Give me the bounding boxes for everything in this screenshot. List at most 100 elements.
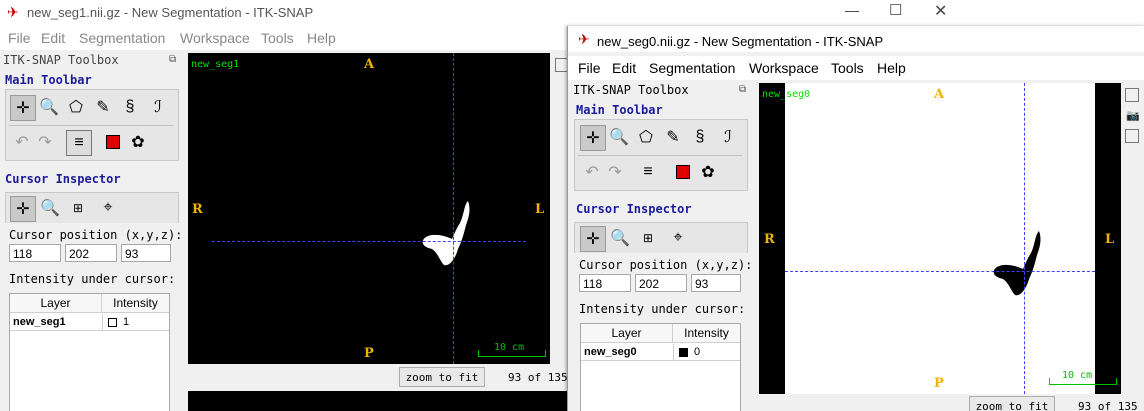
crosshair-mode-icon[interactable]: ✛: [10, 196, 36, 222]
cursor-z-field[interactable]: 93: [691, 274, 741, 292]
crosshair-tool-icon[interactable]: ✛: [580, 125, 606, 151]
layers-icon[interactable]: ≡: [66, 130, 92, 156]
slice-counter: 93 of 135: [508, 371, 568, 384]
grid-mode-icon[interactable]: ⊞: [66, 196, 90, 220]
expand-icon[interactable]: [1125, 129, 1139, 143]
cursor-x-field[interactable]: 118: [579, 274, 631, 292]
minimize-icon[interactable]: —: [845, 2, 859, 18]
palette-icon[interactable]: ✿: [126, 130, 150, 154]
window-new-seg0: ✈ new_seg0.nii.gz - New Segmentation - I…: [567, 26, 1144, 411]
cursor-position-label: Cursor position (x,y,z):: [9, 228, 183, 242]
menu-edit[interactable]: Edit: [612, 60, 636, 76]
title-bar[interactable]: ✈ new_seg1.nii.gz - New Segmentation - I…: [0, 0, 964, 26]
menu-bar: File Edit Segmentation Workspace Tools H…: [568, 56, 1144, 80]
main-toolbar: ✛ 🔍 ⬠ ✎ § ℐ ↶ ↷ ≡ ✿: [5, 89, 179, 161]
menu-edit[interactable]: Edit: [41, 30, 65, 46]
menu-segmentation[interactable]: Segmentation: [649, 60, 735, 76]
paintbrush-tool-icon[interactable]: ✎: [91, 95, 115, 119]
zoom-mode-icon[interactable]: 🔍: [38, 196, 62, 220]
menu-help[interactable]: Help: [307, 30, 336, 46]
snake-tool-icon[interactable]: §: [688, 125, 712, 149]
intensity-label: Intensity under cursor:: [9, 272, 176, 286]
camera-icon[interactable]: 📷: [1126, 109, 1140, 122]
divider: [578, 155, 742, 156]
layer-header[interactable]: Layer: [10, 294, 102, 313]
main-toolbar-title: Main Toolbar: [576, 103, 663, 117]
table-row[interactable]: new_seg0 0: [581, 344, 740, 361]
layer-name: new_seg0: [584, 346, 637, 358]
cursor-inspector-title: Cursor Inspector: [5, 172, 121, 186]
menu-segmentation[interactable]: Segmentation: [79, 30, 165, 46]
menu-file[interactable]: File: [8, 30, 31, 46]
table-row[interactable]: new_seg1 1: [10, 314, 169, 331]
scale-bar: [478, 350, 546, 357]
undock-icon[interactable]: ⧉: [739, 84, 746, 95]
menu-workspace[interactable]: Workspace: [180, 30, 250, 46]
annotation-tool-icon[interactable]: ℐ: [146, 95, 170, 119]
undock-icon[interactable]: ⧉: [169, 54, 176, 65]
label-color-icon[interactable]: [101, 130, 125, 154]
layer-intensity: 0: [694, 346, 701, 358]
color-swatch: [679, 348, 688, 357]
cursor-position-label: Cursor position (x,y,z):: [579, 258, 753, 272]
intensity-header[interactable]: Intensity: [673, 324, 740, 343]
grid-mode-icon[interactable]: ⊞: [636, 226, 660, 250]
redo-icon[interactable]: ↷: [603, 160, 627, 184]
label-color-icon[interactable]: [671, 160, 695, 184]
crosshair-tool-icon[interactable]: ✛: [10, 95, 36, 121]
layers-icon[interactable]: ≡: [636, 160, 660, 184]
intensity-table: Layer Intensity new_seg1 1: [9, 293, 170, 411]
polygon-tool-icon[interactable]: ⬠: [64, 95, 88, 119]
zoom-tool-icon[interactable]: 🔍: [607, 125, 631, 149]
menu-help[interactable]: Help: [877, 60, 906, 76]
zoom-mode-icon[interactable]: 🔍: [608, 226, 632, 250]
snake-tool-icon[interactable]: §: [118, 95, 142, 119]
menu-tools[interactable]: Tools: [261, 30, 294, 46]
lower-slice-view[interactable]: [188, 391, 568, 411]
cursor-z-field[interactable]: 93: [121, 244, 171, 262]
cursor-x-field[interactable]: 118: [9, 244, 61, 262]
menu-tools[interactable]: Tools: [831, 60, 864, 76]
layer-name: new_seg1: [13, 316, 66, 328]
locator-mode-icon[interactable]: ⌖: [666, 226, 690, 250]
slice-view[interactable]: new_seg0 A P R L 10 cm: [759, 83, 1121, 394]
polygon-tool-icon[interactable]: ⬠: [634, 125, 658, 149]
locator-mode-icon[interactable]: ⌖: [96, 196, 120, 220]
color-swatch: [108, 318, 117, 327]
layer-header[interactable]: Layer: [581, 324, 673, 343]
divider: [9, 125, 173, 126]
maximize-icon[interactable]: ☐: [889, 1, 902, 19]
palette-icon[interactable]: ✿: [696, 160, 720, 184]
cursor-y-field[interactable]: 202: [635, 274, 687, 292]
menu-file[interactable]: File: [578, 60, 601, 76]
layout-icon[interactable]: [1125, 88, 1139, 102]
title-bar[interactable]: ✈ new_seg0.nii.gz - New Segmentation - I…: [568, 26, 1144, 52]
cursor-y-field[interactable]: 202: [65, 244, 117, 262]
slice-counter: 93 of 135: [1078, 400, 1138, 411]
zoom-tool-icon[interactable]: 🔍: [37, 95, 61, 119]
crosshair-horizontal: [212, 241, 526, 242]
slice-view[interactable]: new_seg1 A P R L 10 cm: [188, 53, 550, 364]
redo-icon[interactable]: ↷: [33, 130, 57, 154]
undo-icon[interactable]: ↶: [580, 160, 604, 184]
undo-icon[interactable]: ↶: [10, 130, 34, 154]
cursor-inspector-title: Cursor Inspector: [576, 202, 692, 216]
menu-workspace[interactable]: Workspace: [749, 60, 819, 76]
zoom-to-fit-button[interactable]: zoom to fit: [969, 396, 1055, 411]
crosshair-vertical: [453, 53, 454, 364]
close-icon[interactable]: ✕: [934, 1, 947, 21]
annotation-tool-icon[interactable]: ℐ: [716, 125, 740, 149]
crosshair-mode-icon[interactable]: ✛: [580, 226, 606, 252]
intensity-table: Layer Intensity new_seg0 0: [580, 323, 741, 411]
intensity-header[interactable]: Intensity: [102, 294, 169, 313]
main-toolbar: ✛ 🔍 ⬠ ✎ § ℐ ↶ ↷ ≡ ✿: [574, 119, 748, 191]
zoom-to-fit-button[interactable]: zoom to fit: [399, 367, 485, 387]
inspector-tools: ✛ 🔍 ⊞ ⌖: [574, 222, 748, 253]
toolbox-title: ITK-SNAP Toolbox: [573, 83, 689, 97]
crosshair-horizontal: [785, 271, 1095, 272]
view-sidebar: 📷: [1124, 83, 1142, 394]
segmentation-shape: [993, 231, 1041, 296]
paintbrush-tool-icon[interactable]: ✎: [661, 125, 685, 149]
crosshair-vertical: [1024, 83, 1025, 394]
segmentation-shape: [422, 201, 470, 266]
